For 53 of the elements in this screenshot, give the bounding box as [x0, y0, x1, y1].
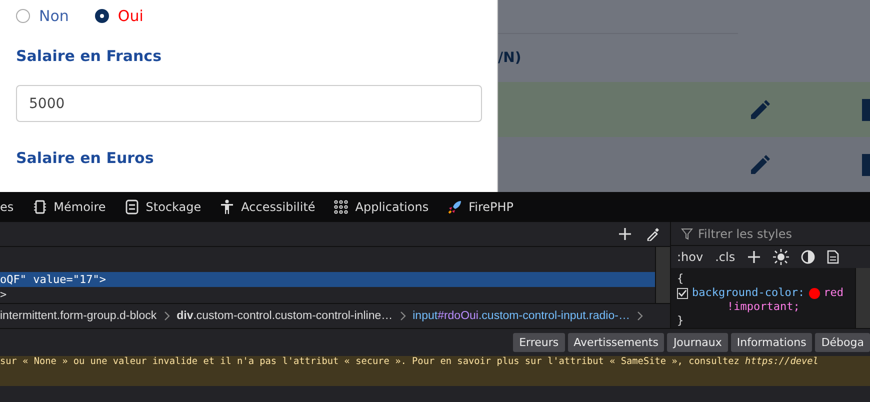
priority-text: !important;	[726, 300, 801, 314]
breadcrumb-item[interactable]: input#rdoOui.custom-control-input.radio-…	[412, 310, 630, 322]
filter-button[interactable]: Journaux	[667, 333, 728, 352]
toggle-button[interactable]: :hov	[677, 250, 704, 264]
person-icon	[219, 199, 236, 215]
filter-field[interactable]: Filtrer les styles	[698, 226, 858, 241]
breadcrumb-item[interactable]: div.custom-control.custom-control-inline…	[176, 310, 393, 322]
storage-icon	[124, 199, 140, 215]
pencil-icon[interactable]	[748, 152, 772, 177]
checkbox[interactable]	[677, 288, 688, 298]
rocket-icon	[446, 199, 463, 215]
message-text: sur « None » ou une valeur invalide et il n'a pas l'attribut « secure ». Pour en savoir plus sur l'attribut « SameSite », consultez https://devel	[0, 356, 820, 368]
radio-option[interactable]: Non	[16, 7, 69, 25]
field-label: Salaire en Euros	[16, 149, 155, 167]
devtools-tab[interactable]: Accessibilité	[215, 199, 320, 215]
brace: {	[677, 272, 685, 286]
field-label: Salaire en Francs	[16, 47, 163, 65]
property-name: background-color:	[692, 286, 805, 300]
breadcrumb-item[interactable]: intermittent.form-group.d-block	[0, 310, 157, 322]
filter-button[interactable]: Déboga	[815, 333, 870, 352]
devtools-tab[interactable]: Stockage	[120, 199, 206, 215]
pencil-icon[interactable]	[748, 98, 772, 122]
input-field[interactable]: 5000	[16, 85, 482, 122]
markup-line[interactable]: >	[0, 287, 655, 302]
filter-button[interactable]: Erreurs	[513, 333, 565, 352]
devtools-tab[interactable]: Mémoire	[28, 199, 110, 215]
chip-icon	[32, 199, 48, 215]
toggle-button[interactable]: .cls	[715, 250, 736, 264]
chevron-icon[interactable]	[636, 311, 644, 321]
eyedropper-icon[interactable]	[646, 227, 660, 241]
filter-button[interactable]: Avertissements	[568, 333, 664, 352]
scrollbar[interactable]	[655, 247, 670, 303]
brace: }	[677, 314, 685, 328]
column-header: /N)	[498, 49, 522, 68]
check-icon	[678, 288, 687, 298]
sun-icon[interactable]	[773, 249, 790, 266]
devtools-tab[interactable]: es	[0, 200, 18, 214]
plus-icon[interactable]	[618, 227, 632, 241]
devtools-tab[interactable]: FirePHP	[442, 199, 518, 215]
plus-icon[interactable]	[747, 250, 762, 264]
document-icon[interactable]	[827, 250, 840, 264]
devtools-tab[interactable]: Applications	[329, 199, 433, 215]
grid-dots-icon	[333, 199, 350, 215]
chevron-icon	[398, 311, 407, 321]
property-value: red	[824, 286, 844, 300]
filter-button[interactable]: Informations	[730, 333, 812, 352]
link[interactable]: https://devel	[745, 356, 818, 367]
color-swatch[interactable]	[808, 288, 820, 298]
scrollbar[interactable]	[855, 268, 870, 328]
half-moon-icon[interactable]	[801, 250, 816, 264]
chevron-icon	[162, 311, 171, 321]
funnel-icon	[681, 228, 693, 240]
radio-option[interactable]: Oui	[94, 7, 144, 25]
